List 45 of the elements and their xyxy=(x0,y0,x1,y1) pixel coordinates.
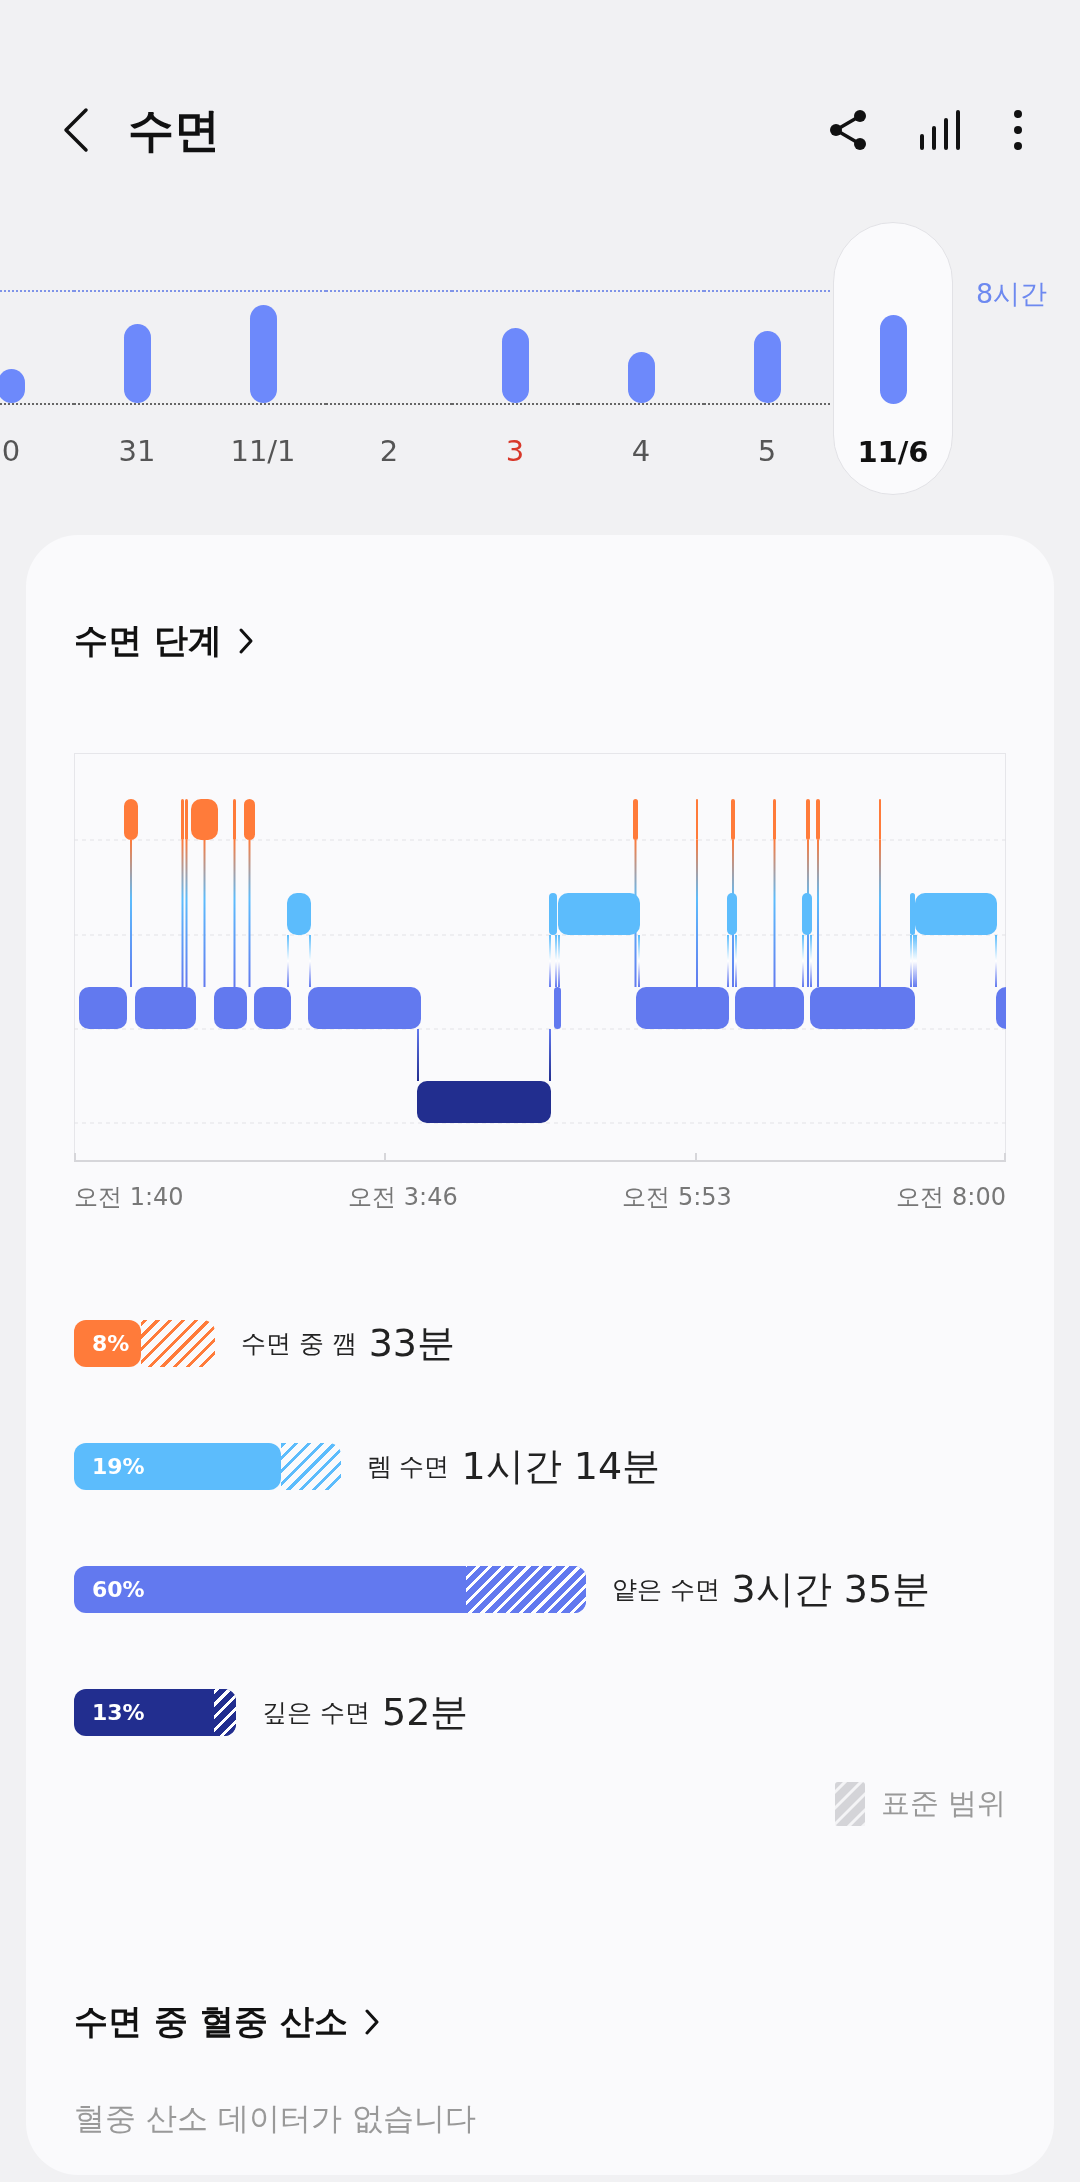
day-label: 3 xyxy=(504,434,526,469)
page-title: 수면 xyxy=(128,101,220,159)
stage-duration: 1시간 14분 xyxy=(461,1443,661,1490)
day-label: 31 xyxy=(117,434,157,469)
sleep-bar xyxy=(0,368,25,403)
section-title[interactable]: 수면 단계 xyxy=(74,615,254,666)
stage-duration: 33분 xyxy=(368,1320,455,1367)
range-hatch xyxy=(213,1689,237,1736)
goal-label: 8시간 xyxy=(976,277,1048,311)
stage-label: 수면 중 깸 xyxy=(240,1327,357,1360)
axis-label: 오전 5:53 xyxy=(622,1182,732,1213)
chevron-icon xyxy=(363,2007,380,2036)
more-button[interactable] xyxy=(1012,108,1024,152)
section-title[interactable]: 수면 중 혈중 산소 xyxy=(74,1996,380,2047)
day-label: 0 xyxy=(0,434,22,469)
legend-label: 표준 범위 xyxy=(880,1785,1006,1823)
day-column[interactable]: 31 xyxy=(74,222,200,495)
empty-message: 혈중 산소 데이터가 없습니다 xyxy=(74,2099,477,2138)
axis-label: 오전 3:46 xyxy=(348,1182,458,1213)
hatch-legend-icon xyxy=(834,1782,865,1826)
day-column[interactable]: 4 xyxy=(578,222,704,495)
stage-percent: 13% xyxy=(92,1699,145,1727)
stage-label: 얕은 수면 xyxy=(611,1573,720,1606)
stage-percent: 19% xyxy=(92,1453,145,1481)
day-label: 4 xyxy=(630,434,652,469)
day-column[interactable]: 2 xyxy=(326,222,452,495)
day-label: 5 xyxy=(756,434,778,469)
stage-duration: 52분 xyxy=(382,1689,469,1736)
day-column[interactable]: 11/1 xyxy=(200,222,326,495)
axis-label: 오전 1:40 xyxy=(74,1182,184,1213)
day-column[interactable]: 5 xyxy=(704,222,830,495)
sleep-bar xyxy=(628,352,655,403)
day-column[interactable]: 0 xyxy=(0,222,74,495)
stage-label: 깊은 수면 xyxy=(262,1696,371,1729)
day-label: 2 xyxy=(378,434,400,469)
stage-label: 렘 수면 xyxy=(366,1450,450,1483)
chevron-icon xyxy=(237,626,254,655)
stage-percent: 60% xyxy=(92,1576,145,1604)
day-column[interactable]: 3 xyxy=(452,222,578,495)
axis-label: 오전 8:00 xyxy=(896,1182,1006,1213)
day-column[interactable]: 11/6 xyxy=(833,222,953,495)
day-label: 11/1 xyxy=(229,434,297,469)
stage-duration: 3시간 35분 xyxy=(731,1566,931,1613)
day-label: 11/6 xyxy=(856,435,930,470)
stage-percent: 8% xyxy=(92,1330,130,1358)
